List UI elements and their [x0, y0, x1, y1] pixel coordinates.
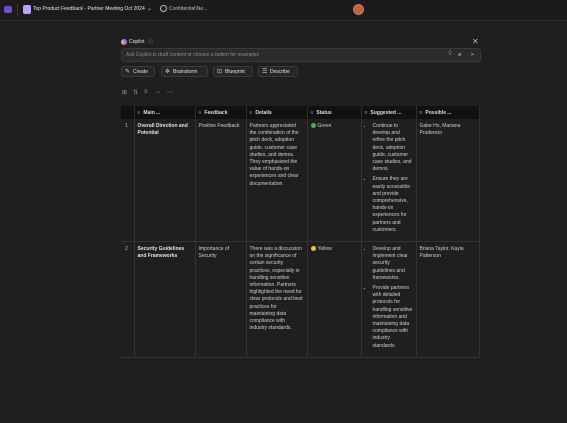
- table-row: 1 Overall Direction and Potential Positi…: [121, 119, 480, 243]
- pen-icon: ✎: [125, 69, 131, 75]
- resize-icon[interactable]: ↔: [155, 89, 161, 95]
- text-column-icon: ≡: [137, 109, 141, 116]
- loop-page-icon: [23, 5, 31, 14]
- list-item: Provide partners with detailed protocols…: [373, 285, 413, 350]
- cell-suggested[interactable]: Continue to develop and refine the pitch…: [361, 119, 417, 243]
- cell-main[interactable]: Security Guidelines and Frameworks: [134, 241, 196, 358]
- describe-icon: ☰: [262, 69, 268, 75]
- status-label: Yellow: [317, 246, 332, 253]
- describe-label: Describe: [270, 69, 290, 75]
- cell-feedback[interactable]: Positive Feedback: [195, 119, 247, 243]
- sensitivity-label[interactable]: Confidential\Ne...: [169, 6, 207, 12]
- header-details[interactable]: ≡ Details: [246, 106, 308, 119]
- copilot-logo-icon: [121, 39, 127, 45]
- text-column-icon: ≡: [364, 109, 368, 116]
- send-icon[interactable]: ➤: [470, 51, 475, 58]
- sensitivity-icon: [160, 5, 167, 12]
- sort-icon[interactable]: ⇅: [133, 89, 138, 96]
- close-icon[interactable]: ✕: [472, 37, 479, 46]
- chevron-down-icon[interactable]: ⌄: [147, 5, 152, 12]
- header-possible[interactable]: ≡ Possible ...: [416, 106, 480, 119]
- more-icon[interactable]: ⋯: [167, 89, 173, 96]
- create-label: Create: [133, 69, 149, 75]
- cell-feedback[interactable]: Importance of Security: [195, 241, 247, 358]
- divider: [17, 4, 18, 16]
- cell-status[interactable]: Green: [307, 119, 362, 243]
- row-number: 2: [121, 241, 135, 358]
- feedback-table: ≡ Main ... ≡ Feedback ≡ Details ≡ Status ≡ Su…: [121, 106, 480, 358]
- text-column-icon: ≡: [310, 109, 314, 116]
- create-button[interactable]: ✎ Create: [121, 66, 155, 77]
- cell-possible[interactable]: Briana Taylor, Kayla Patterson: [416, 241, 480, 358]
- filter-icon[interactable]: ≡: [144, 89, 148, 95]
- lightbulb-icon[interactable]: 💡︎: [448, 51, 452, 58]
- title-bar: Top Product Feedback - Partner Meeting O…: [0, 0, 567, 21]
- list-item: Ensure they are easily accessible and pr…: [373, 176, 413, 234]
- status-dot-icon: [310, 123, 316, 128]
- header-main[interactable]: ≡ Main ...: [134, 106, 196, 119]
- brainstorm-button[interactable]: ✲ Brainstorm: [161, 66, 208, 77]
- text-column-icon: ≡: [249, 109, 253, 116]
- cell-status[interactable]: Yellow: [307, 241, 362, 358]
- header-feedback[interactable]: ≡ Feedback: [195, 106, 247, 119]
- header-suggested[interactable]: ≡ Suggested ...: [361, 106, 417, 119]
- table-header-row: ≡ Main ... ≡ Feedback ≡ Details ≡ Status ≡ Su…: [121, 106, 480, 119]
- attach-icon[interactable]: ⌀: [458, 51, 462, 58]
- text-column-icon: ≡: [419, 109, 423, 116]
- blueprint-button[interactable]: ⊡ Blueprint: [213, 66, 253, 77]
- header-status[interactable]: ≡ Status: [307, 106, 362, 119]
- prompt-placeholder: Ask Copilot to draft content or choose a…: [126, 52, 259, 58]
- cell-suggested[interactable]: Develop and implement clear security gui…: [361, 241, 417, 358]
- cell-details[interactable]: There was a discussion on the significan…: [246, 241, 308, 358]
- cell-main[interactable]: Overall Direction and Potential: [134, 119, 196, 243]
- list-item: Develop and implement clear security gui…: [373, 246, 413, 282]
- text-column-icon: ≡: [198, 109, 202, 116]
- copilot-title: Copilot: [129, 39, 145, 45]
- blueprint-label: Blueprint: [225, 69, 245, 75]
- status-label: Green: [317, 123, 332, 129]
- list-item: Continue to develop and refine the pitch…: [373, 123, 413, 173]
- app-icon[interactable]: [4, 6, 12, 13]
- document-title[interactable]: Top Product Feedback - Partner Meeting O…: [33, 6, 145, 12]
- describe-button[interactable]: ☰ Describe: [258, 66, 298, 77]
- status-dot-icon: [310, 246, 316, 252]
- header-num: [121, 106, 135, 119]
- cell-possible[interactable]: Gabe Ho, Mariana Prudencio: [416, 119, 480, 243]
- copilot-prompt-input[interactable]: Ask Copilot to draft content or choose a…: [121, 48, 481, 62]
- sparkle-icon: ✲: [165, 69, 171, 75]
- grid-icon[interactable]: ⊞: [122, 89, 127, 96]
- blueprint-icon: ⊡: [217, 69, 223, 75]
- cell-details[interactable]: Partners appreciated the combination of …: [246, 119, 308, 243]
- row-number: 1: [121, 119, 135, 243]
- avatar[interactable]: [353, 4, 364, 15]
- info-icon[interactable]: ⓘ: [148, 38, 153, 45]
- brainstorm-label: Brainstorm: [173, 69, 198, 75]
- copilot-header: Copilot ⓘ ✕: [121, 37, 481, 48]
- table-row: 2 Security Guidelines and Frameworks Imp…: [121, 241, 480, 358]
